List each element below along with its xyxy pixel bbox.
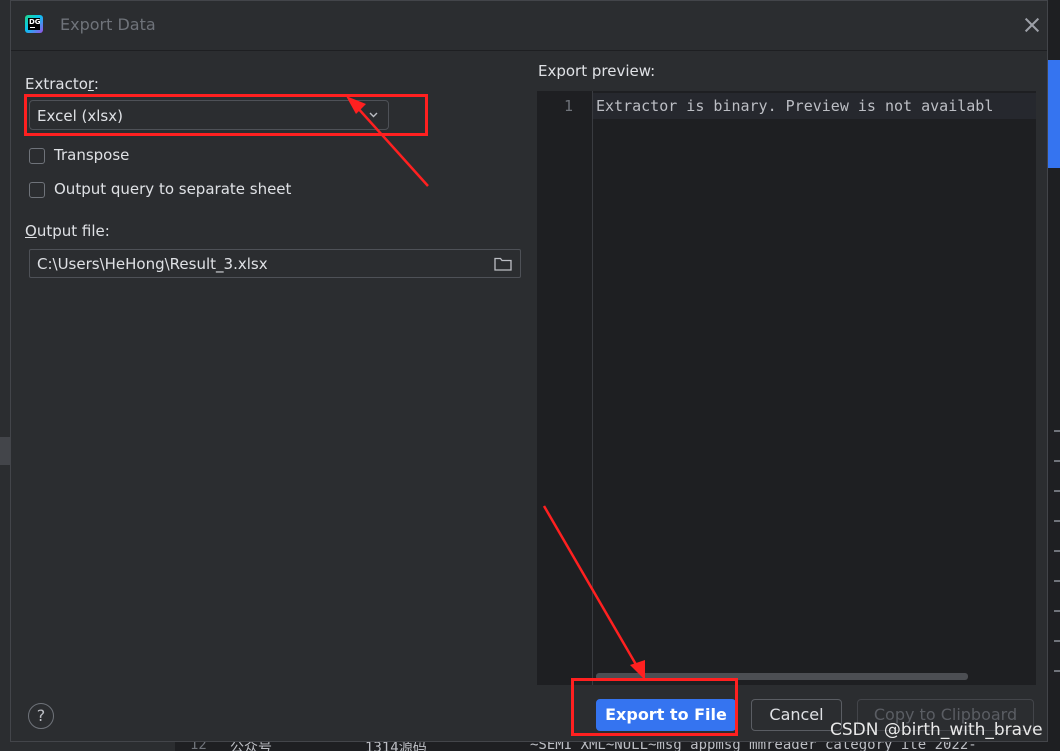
background-ide-right [1048,0,1060,751]
background-tick [1054,670,1060,672]
dialog-title: Export Data [60,15,156,34]
background-tick [1054,550,1060,552]
chevron-down-icon [369,112,378,118]
datagrip-app-icon: DG [25,15,43,33]
background-strip [0,437,10,465]
folder-icon[interactable] [494,256,512,271]
background-tick [1054,430,1060,432]
horizontal-scrollbar[interactable] [596,673,968,680]
export-data-dialog: DG Export Data Extractor: Excel (xlsx) T… [10,0,1048,742]
output-file-label: Output file: [25,222,110,240]
export-preview-editor[interactable]: 1 Extractor is binary. Preview is not av… [537,91,1036,685]
background-tick [1054,610,1060,612]
extractor-label: Extractor: [25,75,99,93]
output-file-field[interactable]: C:\Users\HeHong\Result_3.xlsx [29,249,521,278]
background-ide-left [0,0,10,751]
output-file-path: C:\Users\HeHong\Result_3.xlsx [37,255,268,273]
transpose-checkbox[interactable] [29,148,45,164]
csdn-watermark: CSDN @birth_with_brave [830,720,1043,740]
cancel-button[interactable]: Cancel [751,699,842,731]
line-number: 1 [563,97,573,115]
background-tick [1054,520,1060,522]
extractor-selected-value: Excel (xlsx) [37,107,123,125]
export-preview-label: Export preview: [538,62,656,80]
background-selection [1048,60,1060,168]
transpose-label: Transpose [54,146,130,164]
close-icon[interactable] [1022,15,1042,35]
separate-sheet-checkbox[interactable] [29,182,45,198]
background-tick [1054,580,1060,582]
separate-sheet-label: Output query to separate sheet [54,180,292,198]
background-tick [1054,460,1060,462]
background-tick [1054,490,1060,492]
export-to-file-button[interactable]: Export to File [596,699,736,731]
extractor-dropdown[interactable]: Excel (xlsx) [29,100,389,130]
help-button[interactable]: ? [28,703,54,729]
background-tick [1054,640,1060,642]
line-number-gutter [537,91,593,685]
preview-text: Extractor is binary. Preview is not avai… [596,97,994,115]
dialog-titlebar: DG Export Data [11,1,1047,51]
